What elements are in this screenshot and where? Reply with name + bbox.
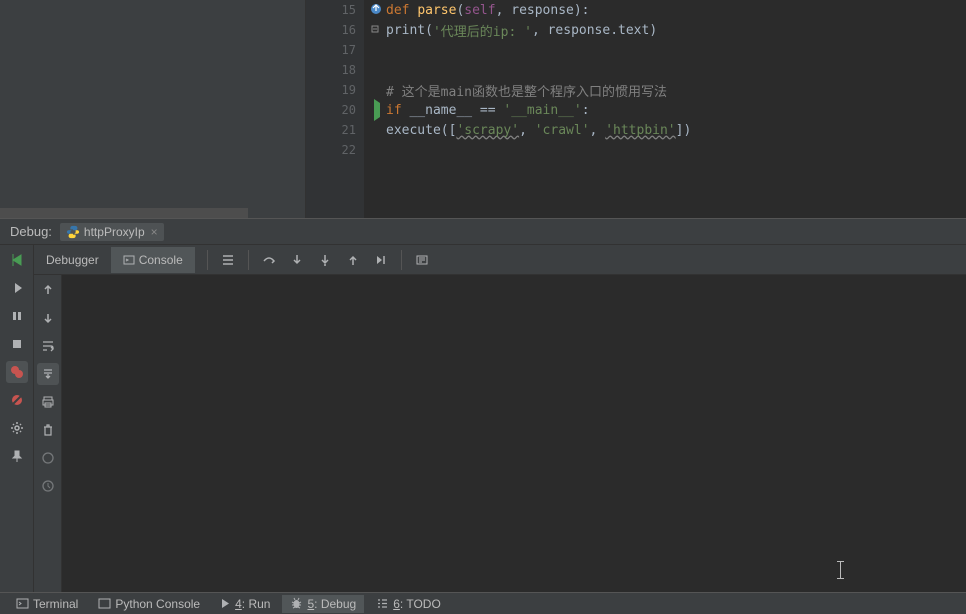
scroll-end-icon[interactable] [37,363,59,385]
tab-debugger[interactable]: Debugger [34,247,111,273]
line-number[interactable]: 22 [306,140,364,160]
clear-icon[interactable] [37,419,59,441]
line-number[interactable]: 20 [306,100,364,120]
rerun-icon[interactable] [6,249,28,271]
line-number[interactable]: 16 [306,20,364,40]
bottom-toolbar: Terminal Python Console 4: Run 5: Debug … [0,592,966,614]
debug-panel: Debug: httpProxyIp × Debugger Con [0,218,966,592]
line-number[interactable]: 18 [306,60,364,80]
pin-icon[interactable] [6,445,28,467]
gutter[interactable]: 15 16 17 18 19 20 21 22 [306,0,364,218]
horizontal-scrollbar[interactable] [0,208,248,218]
step-into-my-icon[interactable] [315,250,335,270]
mute-breakpoints-icon[interactable] [6,389,28,411]
python-icon [66,225,80,239]
stop-icon[interactable] [6,333,28,355]
code-area[interactable]: def parse(self, response): print('代理后的ip… [364,0,966,218]
debug-tabs: Debugger Console [34,245,966,275]
bug-icon [290,597,303,610]
console-icon [123,254,135,266]
down-stack-icon[interactable] [37,307,59,329]
debug-button[interactable]: 5: Debug [282,595,364,613]
console-toolbar [34,275,62,592]
print-icon[interactable] [37,391,59,413]
python-console-icon [98,597,111,610]
close-icon[interactable]: × [151,225,158,239]
console-output[interactable] [62,275,966,592]
debug-header: Debug: httpProxyIp × [0,219,966,245]
settings-icon[interactable] [6,417,28,439]
text-cursor [840,561,841,579]
line-number[interactable]: 19 [306,80,364,100]
line-number[interactable]: 15 [306,0,364,20]
debug-title: Debug: [10,224,52,239]
editor[interactable]: 15 16 17 18 19 20 21 22 def parse(self, … [306,0,966,218]
run-to-cursor-icon[interactable] [371,250,391,270]
line-number[interactable]: 17 [306,40,364,60]
filter-icon[interactable] [37,447,59,469]
step-out-icon[interactable] [343,250,363,270]
main-area: 15 16 17 18 19 20 21 22 def parse(self, … [0,0,966,218]
line-number[interactable]: 21 [306,120,364,140]
resume-icon[interactable] [6,277,28,299]
todo-icon [376,597,389,610]
show-frames-icon[interactable] [218,250,238,270]
run-button[interactable]: 4: Run [212,595,278,613]
debug-run-tab[interactable]: httpProxyIp × [60,223,164,241]
view-breakpoints-icon[interactable] [6,361,28,383]
run-icon [220,598,231,609]
pause-icon[interactable] [6,305,28,327]
wrap-icon[interactable] [37,335,59,357]
terminal-icon [16,597,29,610]
debug-tab-label: httpProxyIp [84,225,145,239]
up-stack-icon[interactable] [37,279,59,301]
project-panel[interactable] [0,0,306,218]
debug-left-toolbar [0,245,34,592]
terminal-button[interactable]: Terminal [8,595,86,613]
history-icon[interactable] [37,475,59,497]
python-console-button[interactable]: Python Console [90,595,208,613]
evaluate-icon[interactable] [412,250,432,270]
tab-console[interactable]: Console [111,247,195,273]
todo-button[interactable]: 6: TODO [368,595,449,613]
step-into-icon[interactable] [287,250,307,270]
step-over-icon[interactable] [259,250,279,270]
